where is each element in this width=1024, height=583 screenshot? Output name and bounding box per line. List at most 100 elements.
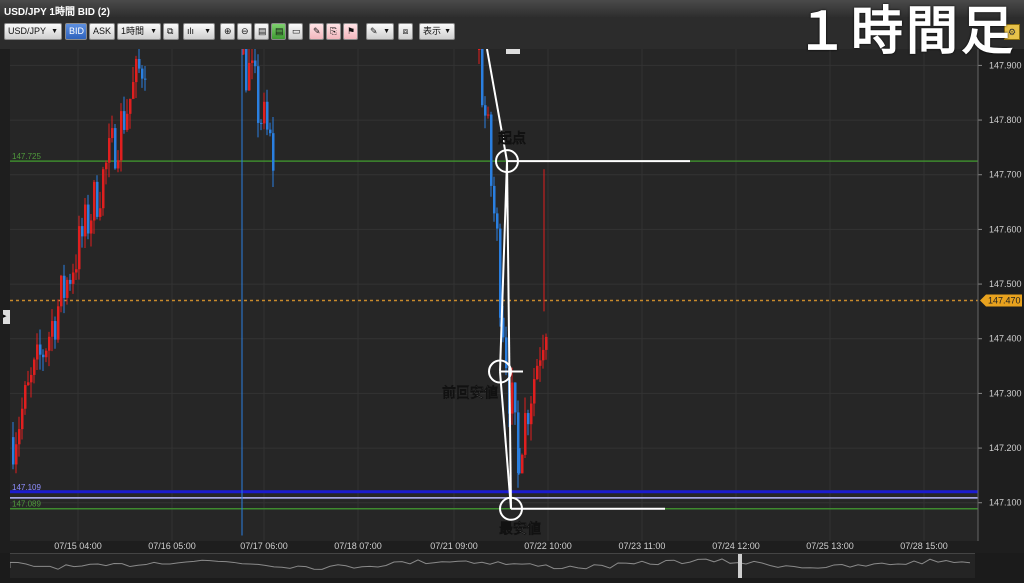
x-tick-label: 07/21 09:00 bbox=[430, 541, 478, 551]
navigator-line bbox=[9, 558, 971, 570]
candle-body bbox=[487, 114, 490, 116]
candle-body bbox=[84, 204, 87, 237]
side-panel-toggle[interactable]: ▸ bbox=[3, 310, 10, 324]
candle-body bbox=[481, 49, 484, 106]
candle-body bbox=[111, 128, 114, 139]
candle-body bbox=[105, 162, 108, 170]
symbol-select[interactable]: USD/JPY bbox=[4, 23, 62, 40]
pen-tool-button[interactable]: ✎ bbox=[366, 23, 394, 40]
candle-body bbox=[51, 321, 54, 337]
candle-body bbox=[257, 66, 260, 123]
x-tick-label: 07/24 12:00 bbox=[712, 541, 760, 551]
display-menu-button[interactable]: 表示 bbox=[419, 23, 455, 40]
candle-body bbox=[144, 78, 147, 80]
current-price-label: 147.470 bbox=[988, 295, 1021, 305]
candle-body bbox=[499, 228, 502, 318]
candle-body bbox=[539, 360, 542, 366]
candle-body bbox=[39, 344, 42, 355]
candle-body bbox=[141, 68, 144, 79]
candle-body bbox=[263, 101, 266, 124]
candle-body bbox=[530, 403, 533, 425]
candle-body bbox=[15, 444, 18, 465]
x-tick-label: 07/17 06:00 bbox=[240, 541, 288, 551]
candle-body bbox=[60, 275, 63, 307]
candle-body bbox=[254, 60, 257, 67]
candle-body bbox=[45, 350, 48, 358]
window-icon[interactable]: ▭ bbox=[288, 23, 303, 40]
alert-icon[interactable]: ⚑ bbox=[343, 23, 358, 40]
candle-body bbox=[129, 98, 132, 114]
price-level-label: 147.089 bbox=[12, 500, 41, 509]
candle-body bbox=[542, 349, 545, 361]
candle-body bbox=[99, 208, 102, 217]
annotation-label: 最安値 bbox=[499, 521, 541, 538]
candle-body bbox=[266, 101, 269, 130]
layout-active-icon[interactable]: ▤ bbox=[271, 23, 286, 40]
annotation-label: 前回安値 bbox=[442, 385, 498, 402]
navigator-handle[interactable] bbox=[738, 554, 742, 578]
candle-body bbox=[87, 204, 90, 234]
x-tick-label: 07/28 15:00 bbox=[900, 541, 948, 551]
annotation-label: 起点 bbox=[497, 130, 526, 147]
zoom-out-icon[interactable]: ⊖ bbox=[237, 23, 252, 40]
window-title: USD/JPY 1時間 BID (2) bbox=[4, 7, 110, 18]
candle-body bbox=[245, 49, 248, 91]
candle-body bbox=[48, 336, 51, 351]
candle-body bbox=[93, 181, 96, 221]
candle-body bbox=[524, 413, 527, 455]
x-tick-label: 07/18 07:00 bbox=[334, 541, 382, 551]
candle-body bbox=[117, 160, 120, 169]
link-icon[interactable]: ⧉ bbox=[163, 23, 179, 40]
candle-body bbox=[90, 220, 93, 234]
candle-body bbox=[21, 408, 24, 430]
candle-body bbox=[518, 448, 521, 474]
candle-body bbox=[248, 62, 251, 91]
ask-button[interactable]: ASK bbox=[89, 23, 115, 40]
candle-body bbox=[57, 306, 60, 340]
candle-body bbox=[33, 359, 36, 375]
candle-body bbox=[533, 379, 536, 404]
candle-body bbox=[490, 114, 493, 186]
draw-tool-icon[interactable]: ✎ bbox=[309, 23, 324, 40]
candle-body bbox=[24, 385, 27, 409]
y-tick-label: 147.400 bbox=[989, 334, 1022, 344]
candle-body bbox=[536, 365, 539, 380]
candle-body bbox=[521, 454, 524, 474]
layout-icon[interactable]: ▤ bbox=[254, 23, 269, 40]
candle-body bbox=[108, 138, 111, 163]
x-tick-label: 07/22 10:00 bbox=[524, 541, 572, 551]
zoom-in-icon[interactable]: ⊕ bbox=[220, 23, 235, 40]
candle-body bbox=[102, 169, 105, 209]
candle-body bbox=[81, 226, 84, 237]
price-level-label: 147.725 bbox=[12, 152, 41, 161]
candle-body bbox=[511, 382, 514, 414]
candle-body bbox=[484, 105, 487, 116]
candle-body bbox=[78, 226, 81, 270]
candle-body bbox=[27, 382, 30, 386]
candle-body bbox=[132, 82, 135, 99]
y-tick-label: 147.300 bbox=[989, 388, 1022, 398]
price-chart[interactable]: 147.725147.109147.089 起点前回安値最安値 147.9001… bbox=[0, 49, 1024, 553]
chart-type-button[interactable]: ılı bbox=[183, 23, 215, 40]
y-tick-label: 147.500 bbox=[989, 279, 1022, 289]
candle-body bbox=[12, 437, 15, 465]
candle-body bbox=[496, 213, 499, 229]
candle-body bbox=[251, 60, 254, 63]
price-level-label: 147.109 bbox=[12, 483, 41, 492]
candle-body bbox=[114, 128, 117, 169]
candle-body bbox=[72, 272, 75, 284]
indicator-icon[interactable]: ⎘ bbox=[326, 23, 341, 40]
candle-body bbox=[126, 113, 129, 130]
navigator-scrollbar[interactable] bbox=[9, 553, 975, 578]
x-tick-label: 07/25 13:00 bbox=[806, 541, 854, 551]
candle-body bbox=[272, 133, 275, 171]
screenshot-icon[interactable]: ⧈ bbox=[398, 23, 413, 40]
candle-body bbox=[123, 111, 126, 130]
timeframe-overlay-title: １時間足 bbox=[795, 3, 1016, 61]
bid-button[interactable]: BID bbox=[65, 23, 87, 40]
candle-body bbox=[75, 269, 78, 273]
timeframe-select[interactable]: 1時間 bbox=[117, 23, 161, 40]
chart-split-handle[interactable] bbox=[506, 49, 520, 54]
y-tick-label: 147.100 bbox=[989, 498, 1022, 508]
candle-body bbox=[69, 279, 72, 284]
